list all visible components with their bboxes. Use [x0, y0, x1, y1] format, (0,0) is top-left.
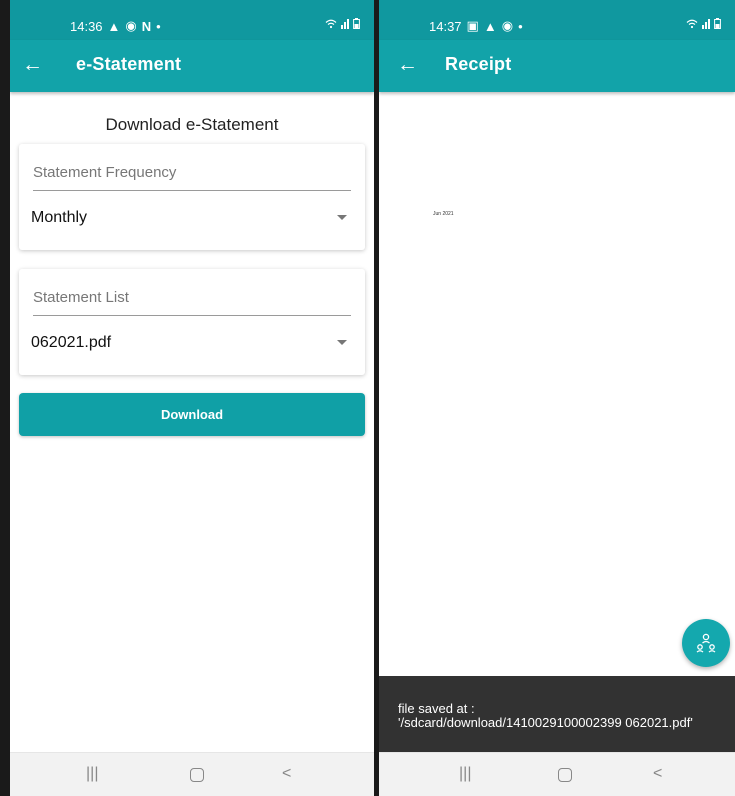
file-saved-snackbar: file saved at : '/sdcard/download/141002… — [379, 676, 735, 752]
receipt-pdf-view: Jun 2021 — [379, 92, 735, 752]
page-title: e-Statement — [76, 54, 182, 74]
pdf-statement-date: Jun 2021 — [433, 211, 454, 217]
battery-icon — [353, 18, 360, 32]
status-right — [325, 18, 360, 32]
section-heading: Download e-Statement — [105, 115, 279, 134]
dot-icon: • — [156, 18, 161, 34]
frequency-card: Statement Frequency Monthly — [19, 144, 365, 250]
image-icon: ▣ — [466, 18, 479, 33]
status-bar: 14:36 ▲ ◉ N • — [10, 0, 374, 40]
battery-icon — [714, 18, 721, 32]
warning-icon: ▲ — [483, 18, 497, 34]
wifi-icon — [686, 19, 698, 32]
status-left: 14:37 ▣ ▲ ◉ • — [429, 18, 523, 34]
share-people-icon — [696, 633, 716, 653]
netflix-icon: N — [141, 18, 152, 34]
phone-estatement: 14:36 ▲ ◉ N • ← e-Statement Download e-S… — [0, 0, 377, 796]
statement-list-card: Statement List 062021.pdf — [19, 269, 365, 375]
dot-icon: • — [518, 18, 523, 34]
snackbar-file-path: '/sdcard/download/1410029100002399 06202… — [398, 715, 693, 730]
status-right — [686, 18, 721, 32]
recent-apps-icon[interactable]: ||| — [86, 765, 98, 783]
share-fab-button[interactable] — [682, 619, 730, 667]
back-arrow-icon[interactable]: ← — [22, 52, 43, 78]
phone-receipt: 14:37 ▣ ▲ ◉ • ← Receipt Jun 2021 file sa… — [377, 0, 735, 796]
chevron-down-icon[interactable] — [337, 215, 347, 220]
system-nav-bar: ||| < — [379, 752, 735, 796]
statement-list-underline — [33, 315, 351, 316]
statement-list-select[interactable]: 062021.pdf — [31, 334, 111, 352]
nav-back-icon[interactable]: < — [653, 765, 662, 783]
status-left: 14:36 ▲ ◉ N • — [70, 18, 161, 34]
eye-icon: ◉ — [125, 18, 137, 33]
nav-back-icon[interactable]: < — [282, 765, 291, 783]
screenshot-stage: 14:36 ▲ ◉ N • ← e-Statement Download e-S… — [0, 0, 735, 796]
app-bar: ← e-Statement — [10, 40, 374, 92]
status-time: 14:36 — [70, 18, 103, 34]
download-button[interactable]: Download — [19, 393, 365, 436]
status-time: 14:37 — [429, 18, 462, 34]
system-nav-bar: ||| < — [10, 752, 374, 796]
statement-list-label: Statement List — [33, 289, 129, 306]
eye-icon: ◉ — [501, 18, 514, 33]
status-bar: 14:37 ▣ ▲ ◉ • — [379, 0, 735, 40]
frequency-select[interactable]: Monthly — [31, 209, 87, 227]
app-bar: ← Receipt — [379, 40, 735, 92]
home-icon[interactable] — [190, 768, 204, 782]
estatement-content: Download e-Statement Statement Frequency… — [10, 92, 374, 752]
home-icon[interactable] — [558, 768, 572, 782]
frequency-underline — [33, 190, 351, 191]
back-arrow-icon[interactable]: ← — [397, 52, 418, 78]
frequency-label: Statement Frequency — [33, 164, 177, 181]
snackbar-line-1: file saved at : — [398, 701, 475, 716]
recent-apps-icon[interactable]: ||| — [459, 765, 471, 783]
chevron-down-icon[interactable] — [337, 340, 347, 345]
signal-icon — [340, 18, 350, 32]
page-title: Receipt — [445, 54, 512, 74]
wifi-icon — [325, 19, 337, 32]
warning-icon: ▲ — [107, 18, 121, 34]
signal-icon — [701, 18, 711, 32]
